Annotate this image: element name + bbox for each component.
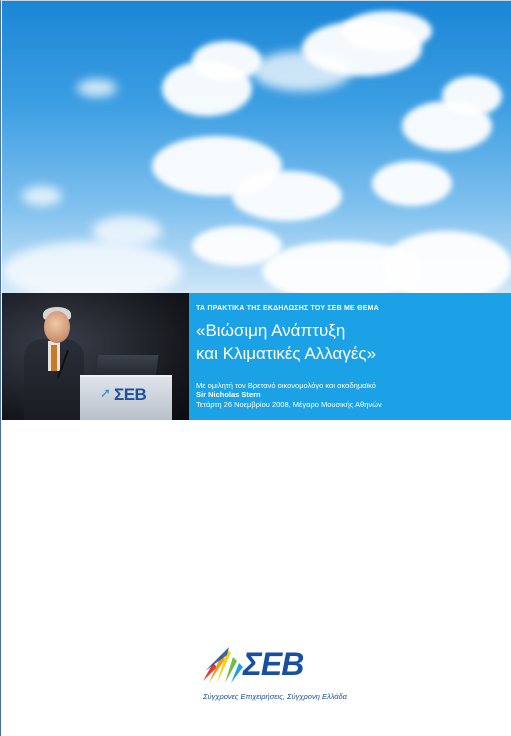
title-band: ➚ ΣΕΒ ΤΑ ΠΡΑΚΤΙΚΑ ΤΗΣ ΕΚΔΗΛΩΣΗΣ ΤΟΥ ΣΕΒ … bbox=[2, 293, 511, 420]
seb-logo: ΣΕΒ Σύγχρονες Επιχειρήσεις, Σύγχρονη Ελλ… bbox=[199, 641, 379, 711]
seb-wordmark: ΣΕΒ bbox=[243, 646, 304, 682]
sky-clouds-image bbox=[2, 1, 511, 293]
speaker-name: Sir Nicholas Stern bbox=[196, 390, 261, 399]
speaker-photo: ➚ ΣΕΒ bbox=[2, 293, 189, 420]
event-date-venue: Τετάρτη 26 Νοεμβρίου 2008, Μέγαρο Μουσικ… bbox=[196, 400, 382, 409]
event-kicker: ΤΑ ΠΡΑΚΤΙΚΑ ΤΗΣ ΕΚΔΗΛΩΣΗΣ ΤΟΥ ΣΕΒ ΜΕ ΘΕΜ… bbox=[196, 305, 379, 312]
event-title-line2: και Κλιματικές Αλλαγές» bbox=[196, 344, 377, 363]
event-title: «Βιώσιμη Ανάπτυξη και Κλιματικές Αλλαγές… bbox=[196, 319, 376, 365]
event-text: ΤΑ ΠΡΑΚΤΙΚΑ ΤΗΣ ΕΚΔΗΛΩΣΗΣ ΤΟΥ ΣΕΒ ΜΕ ΘΕΜ… bbox=[196, 293, 508, 420]
lectern-logo: ΣΕΒ bbox=[114, 385, 147, 404]
brochure-cover: ➚ ΣΕΒ ΤΑ ΠΡΑΚΤΙΚΑ ΤΗΣ ΕΚΔΗΛΩΣΗΣ ΤΟΥ ΣΕΒ … bbox=[0, 0, 511, 736]
seb-arrows-icon bbox=[203, 647, 243, 683]
event-title-line1: «Βιώσιμη Ανάπτυξη bbox=[196, 321, 346, 340]
seb-tagline: Σύγχρονες Επιχειρήσεις, Σύγχρονη Ελλάδα bbox=[203, 692, 347, 701]
speaker-intro: Με ομιλητή τον Βρετανό οικονομολόγο και … bbox=[196, 381, 376, 390]
lectern-arrows-icon: ➚ bbox=[100, 385, 111, 400]
